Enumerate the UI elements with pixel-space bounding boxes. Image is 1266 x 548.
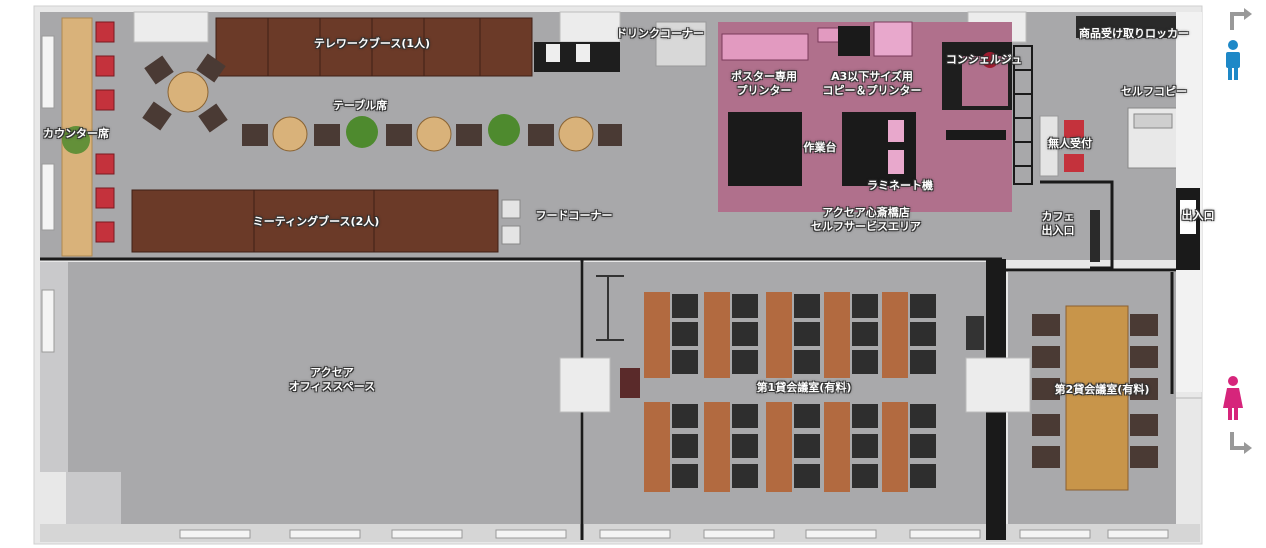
poster-printer: [721, 33, 809, 61]
workbench-left: [728, 112, 802, 186]
entrance-door: [1180, 200, 1196, 234]
workbench-right: [842, 112, 916, 186]
meeting-booths: [131, 189, 499, 253]
telework-booths: [215, 17, 533, 77]
drink-cabinet: [655, 21, 707, 67]
pillar: [559, 11, 621, 43]
arrow-turn-right-icon: [1230, 12, 1244, 30]
laminator: [888, 120, 904, 142]
cafe-entrance-door: [1090, 210, 1100, 262]
laminator: [888, 150, 904, 174]
reception-desk: [1039, 115, 1059, 177]
floor-map: [33, 5, 1252, 545]
arrow-turn-right-down-icon: [1230, 432, 1244, 450]
reception-chair: [1064, 120, 1084, 138]
drink-machine: [576, 44, 590, 62]
food-corner-box: [501, 199, 521, 219]
pillar: [559, 357, 611, 413]
pillar: [965, 357, 1031, 413]
food-corner-box: [501, 225, 521, 245]
copy-machine-top: [1133, 113, 1173, 129]
cabinet: [966, 316, 984, 350]
drink-machine: [546, 44, 560, 62]
a3-printer-dark: [838, 26, 870, 56]
reception-chair: [1064, 154, 1084, 172]
concierge-monitor: [946, 130, 1006, 140]
meeting-room-2-table: [1065, 305, 1129, 491]
trash-can: [620, 368, 640, 398]
concierge-chair: [982, 52, 998, 68]
floor-office-left-corner: [66, 472, 121, 524]
a3-printer-small: [817, 27, 841, 43]
arrow-turn-right-icon-head: [1244, 8, 1252, 20]
man-icon: [1226, 40, 1240, 80]
counter-plant-icon: [62, 126, 90, 154]
a3-printer: [873, 21, 913, 57]
windows-left: [41, 35, 55, 353]
pillar: [133, 11, 209, 43]
woman-icon: [1223, 376, 1243, 420]
arrow-turn-right-down-icon-head: [1244, 442, 1252, 454]
floor-office: [66, 262, 580, 524]
